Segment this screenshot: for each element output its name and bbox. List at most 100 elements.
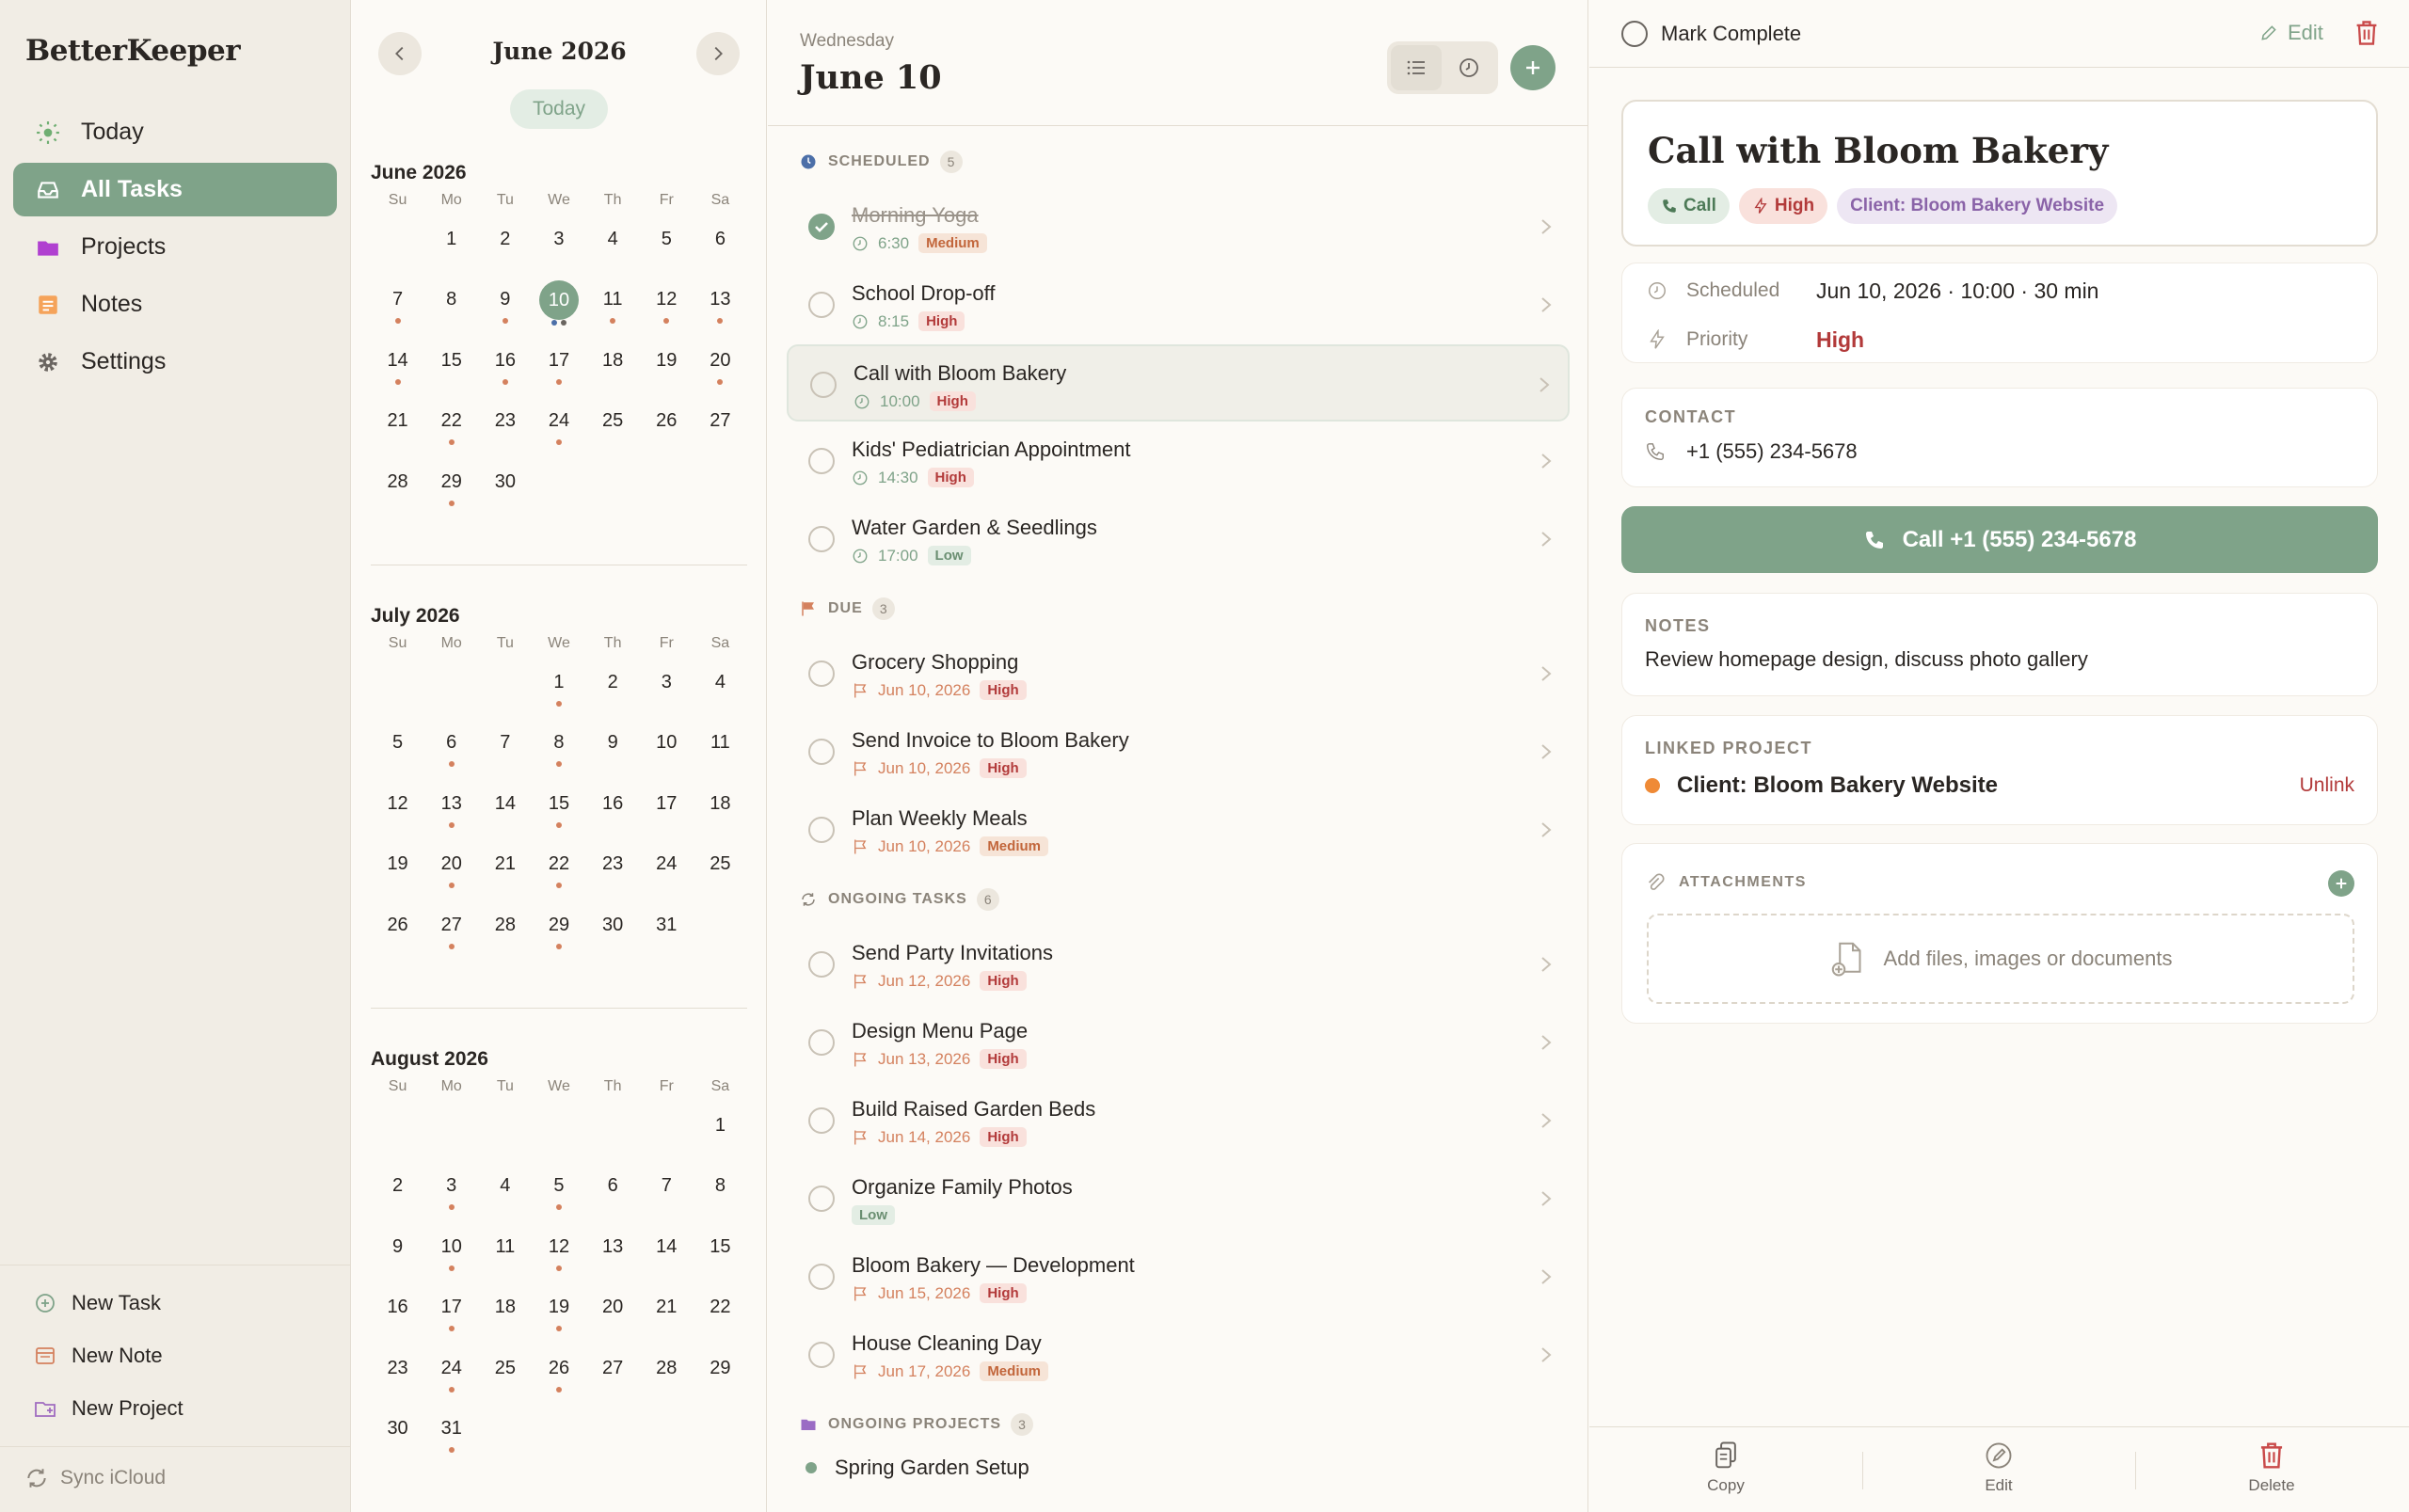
sidebar-item-settings[interactable]: Settings: [13, 335, 337, 389]
list-view-button[interactable]: [1391, 45, 1442, 90]
calendar-day[interactable]: 15: [694, 1225, 747, 1285]
task-row[interactable]: Call with Bloom Bakery 10:00 High: [787, 344, 1570, 422]
calendar-day[interactable]: 23: [586, 842, 640, 902]
task-checkbox[interactable]: [808, 739, 835, 765]
calendar-day[interactable]: 6: [424, 721, 478, 781]
calendar-day[interactable]: 9: [478, 278, 532, 338]
task-row[interactable]: Build Raised Garden Beds Jun 14, 2026 High: [787, 1082, 1570, 1159]
calendar-day[interactable]: 1: [694, 1104, 747, 1164]
new-project-button[interactable]: New Project: [34, 1396, 183, 1421]
calendar-day[interactable]: 22: [532, 842, 585, 902]
calendar-day[interactable]: 28: [478, 903, 532, 963]
calendar-day[interactable]: 7: [371, 278, 424, 338]
calendar-day[interactable]: 22: [694, 1285, 747, 1345]
contact-phone[interactable]: +1 (555) 234-5678: [1645, 439, 1858, 464]
calendar-day[interactable]: 8: [532, 721, 585, 781]
call-button[interactable]: Call +1 (555) 234-5678: [1621, 506, 2378, 573]
calendar-day-selected[interactable]: 10: [532, 278, 585, 338]
calendar-day[interactable]: 14: [478, 782, 532, 842]
calendar-day[interactable]: 16: [371, 1285, 424, 1345]
calendar-day[interactable]: 10: [424, 1225, 478, 1285]
task-row[interactable]: School Drop-off 8:15 High: [787, 266, 1570, 343]
calendar-day[interactable]: 19: [371, 842, 424, 902]
calendar-day[interactable]: 18: [694, 782, 747, 842]
edit-button[interactable]: Edit: [2259, 21, 2323, 45]
task-checkbox[interactable]: [808, 817, 835, 843]
calendar-day[interactable]: 25: [586, 399, 640, 459]
linked-project-link[interactable]: Client: Bloom Bakery Website: [1645, 772, 1998, 799]
task-row[interactable]: Grocery Shopping Jun 10, 2026 High: [787, 635, 1570, 712]
task-row[interactable]: Water Garden & Seedlings 17:00 Low: [787, 501, 1570, 578]
calendar-day[interactable]: 27: [424, 903, 478, 963]
calendar-day[interactable]: 31: [640, 903, 694, 963]
calendar-day[interactable]: 12: [640, 278, 694, 338]
sidebar-item-all-tasks[interactable]: All Tasks: [13, 163, 337, 216]
sidebar-item-notes[interactable]: Notes: [13, 278, 337, 331]
calendar-day[interactable]: 21: [371, 399, 424, 459]
project-chip[interactable]: Client: Bloom Bakery Website: [1837, 188, 2118, 224]
calendar-day[interactable]: 15: [424, 339, 478, 399]
calendar-day[interactable]: 16: [478, 339, 532, 399]
calendar-day[interactable]: 12: [371, 782, 424, 842]
unlink-button[interactable]: Unlink: [2300, 774, 2354, 797]
next-month-button[interactable]: [696, 32, 740, 75]
calendar-day[interactable]: 15: [532, 782, 585, 842]
calendar-day[interactable]: 20: [586, 1285, 640, 1345]
calendar-day[interactable]: 23: [371, 1346, 424, 1407]
calendar-day[interactable]: 11: [694, 721, 747, 781]
sync-icloud-button[interactable]: Sync iCloud: [24, 1466, 166, 1490]
calendar-day[interactable]: 23: [478, 399, 532, 459]
task-checkbox[interactable]: [808, 292, 835, 318]
task-checkbox[interactable]: [808, 448, 835, 474]
task-row[interactable]: Send Party Invitations Jun 12, 2026 High: [787, 926, 1570, 1003]
calendar-day[interactable]: 26: [371, 903, 424, 963]
task-checkbox[interactable]: [808, 1186, 835, 1212]
calendar-day[interactable]: 11: [478, 1225, 532, 1285]
calendar-day[interactable]: 6: [586, 1164, 640, 1224]
delete-button[interactable]: Delete: [2135, 1440, 2408, 1495]
edit-bottom-button[interactable]: Edit: [1862, 1440, 2135, 1495]
task-row[interactable]: Plan Weekly Meals Jun 10, 2026 Medium: [787, 791, 1570, 868]
calendar-day[interactable]: 1: [532, 661, 585, 721]
calendar-day[interactable]: 13: [424, 782, 478, 842]
project-row[interactable]: Spring Garden Setup: [806, 1456, 1029, 1480]
calendar-day[interactable]: 26: [640, 399, 694, 459]
task-checkbox[interactable]: [808, 1107, 835, 1134]
calendar-day[interactable]: 24: [640, 842, 694, 902]
calendar-day[interactable]: 17: [640, 782, 694, 842]
calendar-day[interactable]: 16: [586, 782, 640, 842]
calendar-day[interactable]: 4: [478, 1164, 532, 1224]
calendar-day[interactable]: 4: [586, 217, 640, 278]
calendar-day[interactable]: 11: [586, 278, 640, 338]
task-checkbox[interactable]: [808, 526, 835, 552]
calendar-day[interactable]: 26: [532, 1346, 585, 1407]
calendar-day[interactable]: 17: [532, 339, 585, 399]
new-task-button[interactable]: New Task: [34, 1291, 161, 1315]
calendar-day[interactable]: 24: [424, 1346, 478, 1407]
calendar-day[interactable]: 18: [586, 339, 640, 399]
mark-complete-button[interactable]: Mark Complete: [1621, 21, 1801, 47]
calendar-day[interactable]: 2: [371, 1164, 424, 1224]
task-row[interactable]: Morning Yoga 6:30 Medium: [787, 188, 1570, 265]
calendar-day[interactable]: 1: [424, 217, 478, 278]
calendar-day[interactable]: 19: [640, 339, 694, 399]
trash-icon[interactable]: [2353, 19, 2380, 47]
task-checkbox[interactable]: [808, 951, 835, 978]
calendar-day[interactable]: 7: [640, 1164, 694, 1224]
task-checkbox[interactable]: [808, 661, 835, 687]
calendar-day[interactable]: 9: [371, 1225, 424, 1285]
calendar-day[interactable]: 28: [371, 460, 424, 520]
copy-button[interactable]: Copy: [1589, 1440, 1862, 1495]
calendar-day[interactable]: 27: [694, 399, 747, 459]
calendar-day[interactable]: 9: [586, 721, 640, 781]
calendar-day[interactable]: 4: [694, 661, 747, 721]
sidebar-item-today[interactable]: Today: [13, 105, 337, 159]
calendar-day[interactable]: 3: [532, 217, 585, 278]
calendar-day[interactable]: 30: [371, 1407, 424, 1467]
calendar-day[interactable]: 25: [694, 842, 747, 902]
calendar-day[interactable]: 8: [694, 1164, 747, 1224]
task-checkbox[interactable]: [808, 1264, 835, 1290]
calendar-day[interactable]: 2: [586, 661, 640, 721]
calendar-day[interactable]: 28: [640, 1346, 694, 1407]
task-row[interactable]: House Cleaning Day Jun 17, 2026 Medium: [787, 1316, 1570, 1393]
